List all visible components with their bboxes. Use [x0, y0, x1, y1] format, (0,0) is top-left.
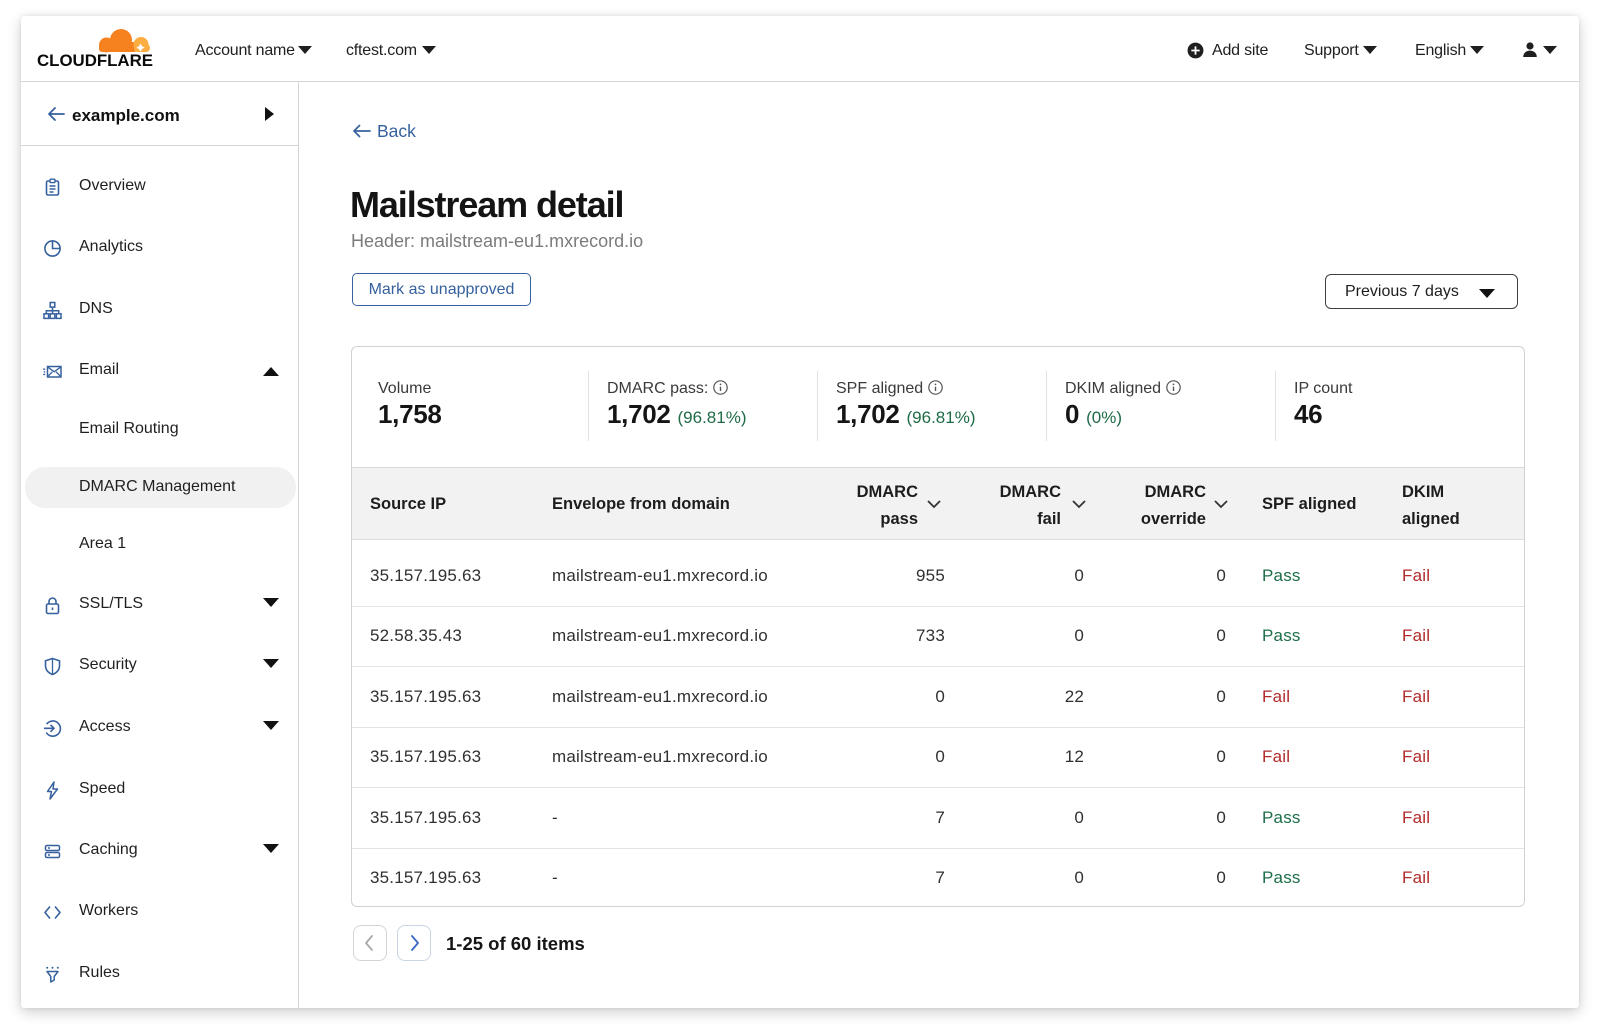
svg-text:CLOUDFLARE: CLOUDFLARE: [37, 51, 153, 70]
